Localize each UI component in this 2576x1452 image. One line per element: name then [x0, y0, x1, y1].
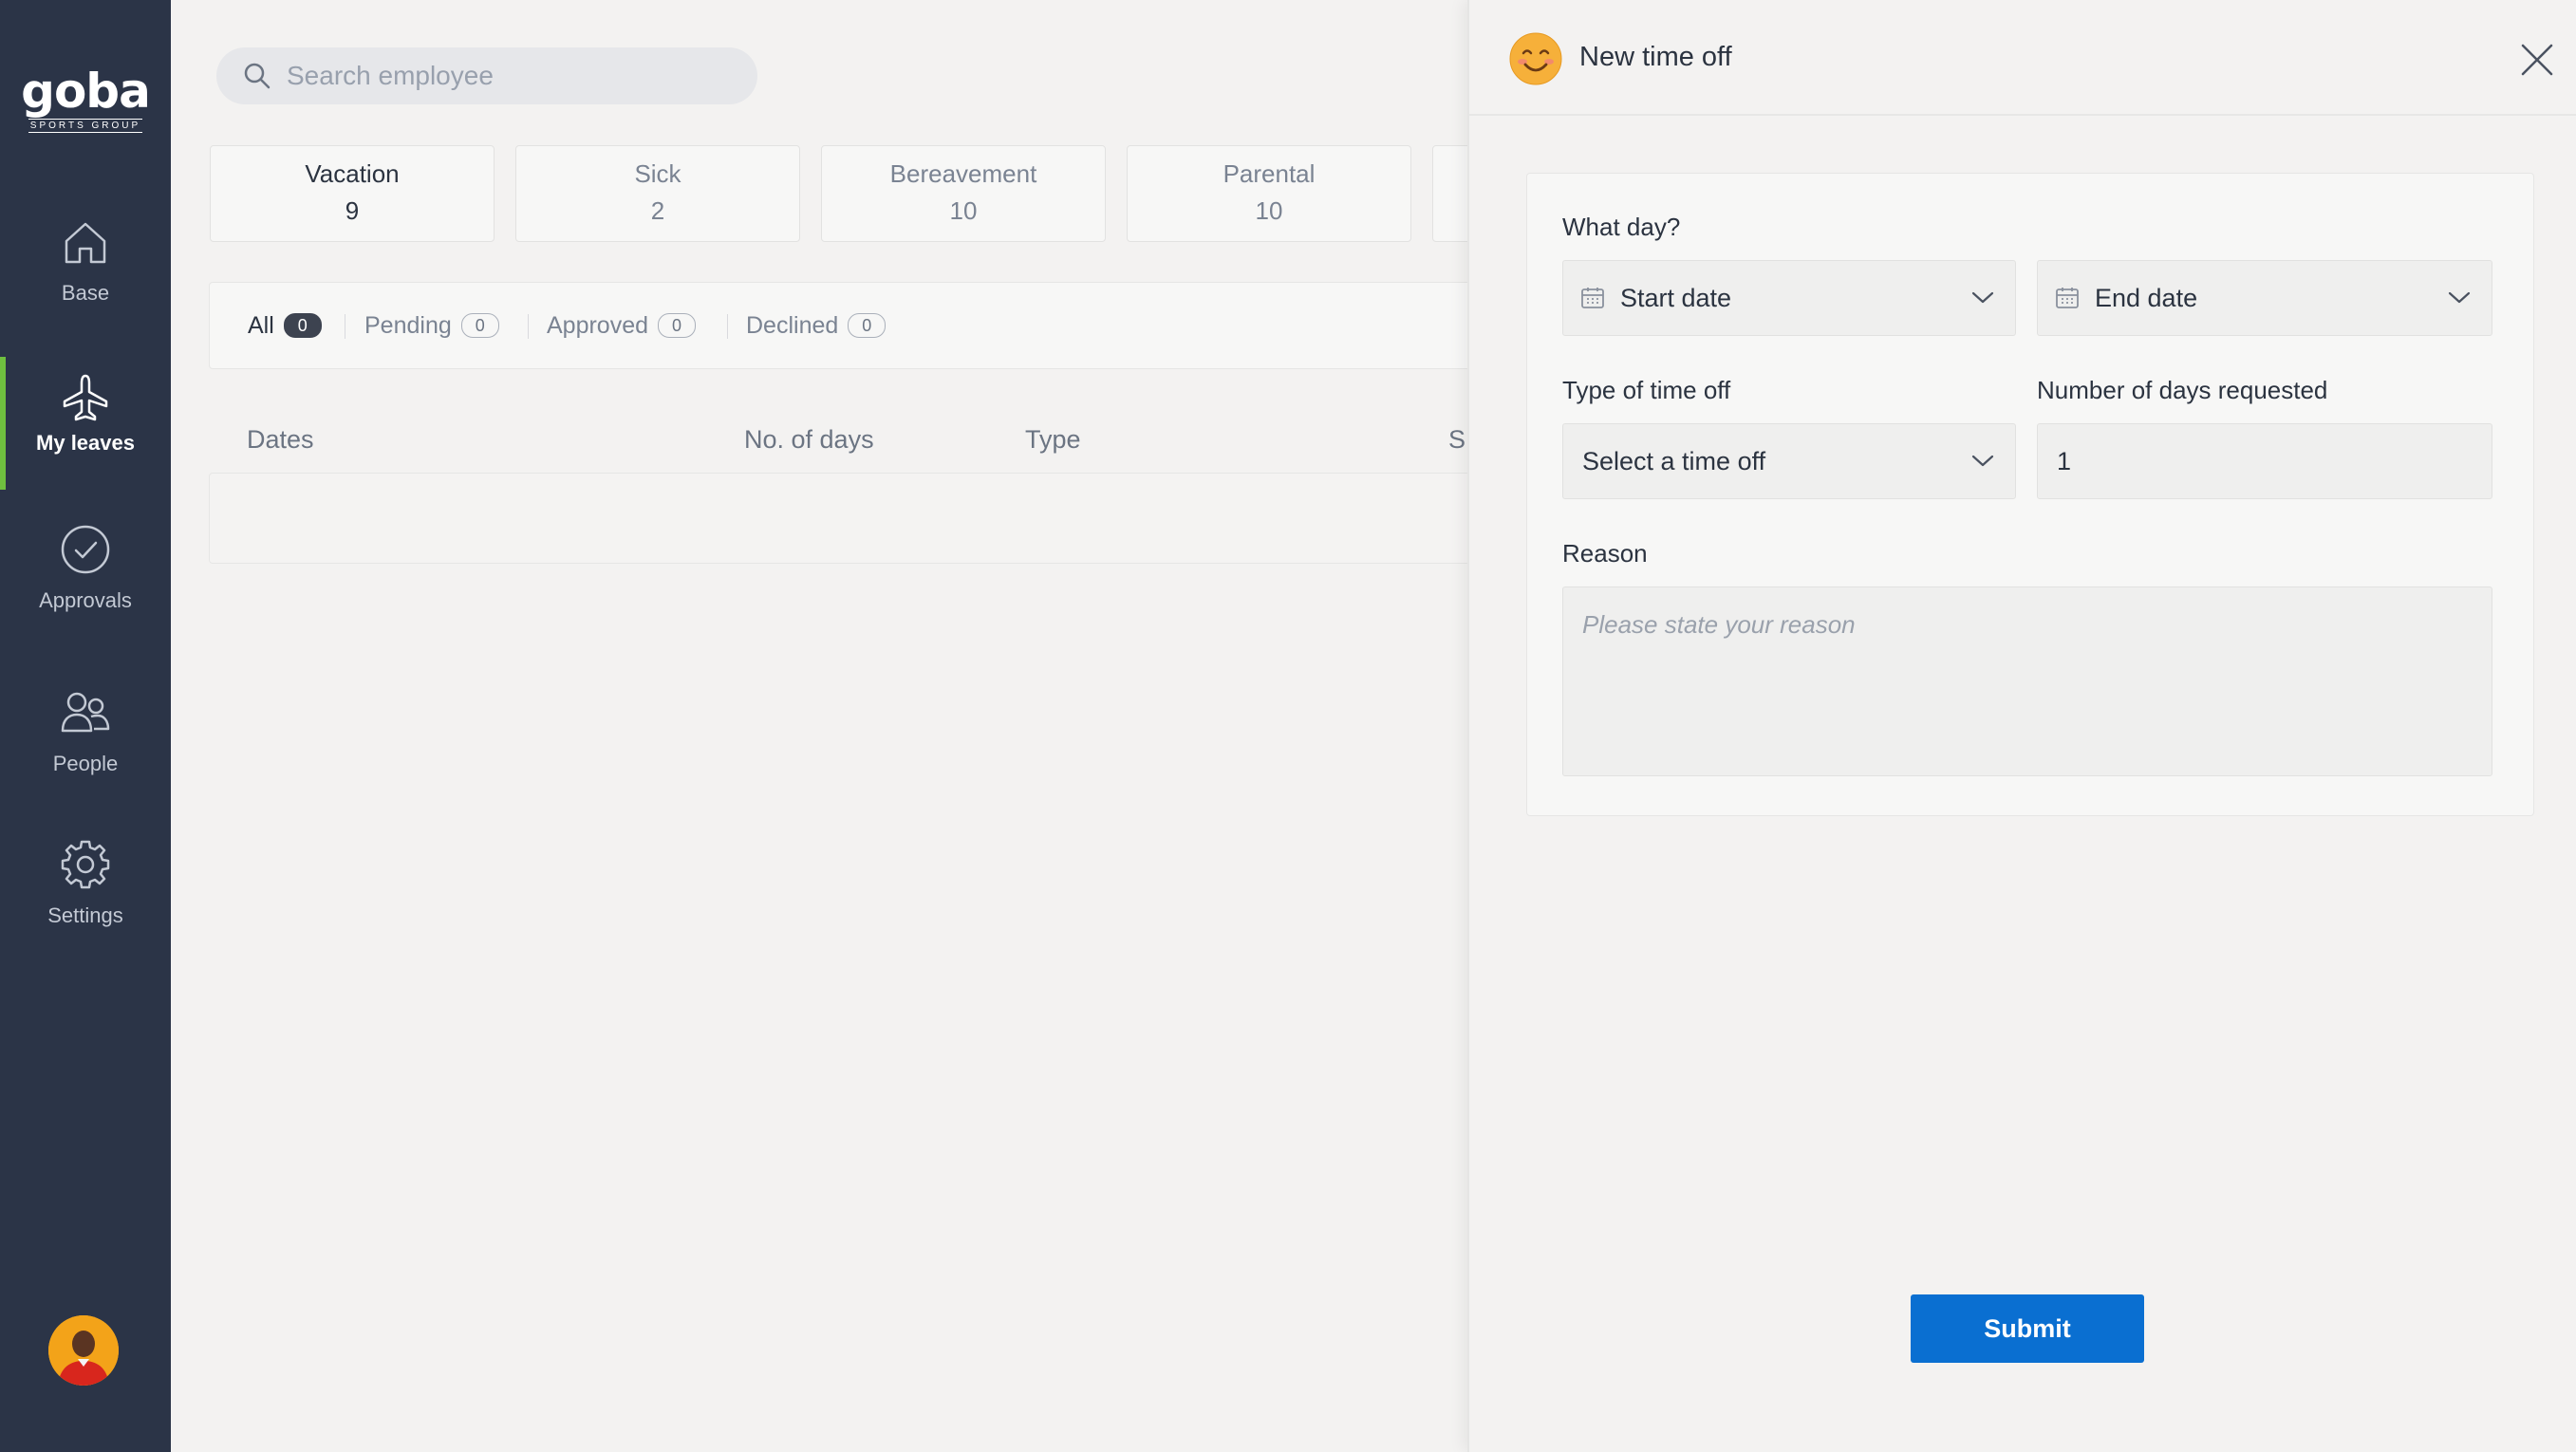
filter-label: Pending [364, 311, 452, 339]
close-button[interactable] [2513, 36, 2561, 84]
balance-card-sick[interactable]: Sick 2 [515, 145, 800, 242]
filter-all[interactable]: All 0 [248, 283, 322, 368]
balance-count: 2 [650, 196, 665, 225]
balance-name: Sick [634, 159, 681, 188]
chevron-down-icon [1971, 455, 1994, 467]
check-circle-icon [61, 525, 110, 574]
drawer-title: New time off [1579, 42, 1732, 72]
filter-count-badge: 0 [460, 313, 499, 338]
days-requested-label: Number of days requested [2037, 376, 2328, 404]
filter-label: All [248, 311, 274, 339]
time-off-type-value: Select a time off [1582, 446, 1766, 475]
close-icon [2521, 44, 2553, 76]
balance-name: Bereavement [889, 159, 1037, 188]
home-icon [65, 222, 106, 264]
avatar-image [48, 1315, 119, 1386]
user-avatar[interactable] [48, 1315, 119, 1386]
start-date-picker[interactable]: Start date [1562, 260, 2016, 336]
goba-logo[interactable]: goba SPORTS GROUP [0, 66, 171, 133]
filter-count-badge: 0 [283, 313, 322, 338]
balance-name: Parental [1223, 159, 1316, 188]
filter-count-badge: 0 [658, 313, 697, 338]
nav-item-approvals[interactable]: Approvals [0, 524, 171, 657]
balance-count: 10 [949, 196, 978, 225]
search-bar[interactable] [216, 47, 757, 104]
balance-count: 9 [345, 196, 360, 225]
filter-approved[interactable]: Approved 0 [547, 283, 697, 368]
reason-label: Reason [1562, 539, 1648, 568]
time-off-type-select[interactable]: Select a time off [1562, 423, 2016, 499]
nav-item-base[interactable]: Base [0, 218, 171, 351]
balance-name: Vacation [305, 159, 400, 188]
column-header-dates[interactable]: Dates [247, 425, 314, 455]
filter-divider [727, 314, 728, 339]
balance-count: 10 [1255, 196, 1283, 225]
balance-card-parental[interactable]: Parental 10 [1127, 145, 1411, 242]
filter-count-badge: 0 [848, 313, 887, 338]
filter-label: Declined [746, 311, 839, 339]
filter-pending[interactable]: Pending 0 [364, 283, 499, 368]
what-day-label: What day? [1562, 213, 1681, 241]
nav-item-people[interactable]: People [0, 687, 171, 820]
search-icon [244, 63, 271, 89]
filter-declined[interactable]: Declined 0 [746, 283, 887, 368]
drawer-header: New time off [1469, 0, 2576, 116]
search-input[interactable] [285, 60, 744, 92]
filter-divider [528, 314, 529, 339]
balance-card-bereavement[interactable]: Bereavement 10 [821, 145, 1106, 242]
sidebar: goba SPORTS GROUP Base My leaves Approva… [0, 0, 171, 1452]
column-header-type[interactable]: Type [1025, 425, 1081, 455]
column-header-days[interactable]: No. of days [744, 425, 874, 455]
calendar-icon [1581, 288, 1604, 308]
leaves-table-body [209, 473, 1540, 564]
end-date-picker[interactable]: End date [2037, 260, 2492, 336]
end-date-text: End date [2095, 283, 2198, 312]
status-filter-bar: All 0 Pending 0 Approved 0 Declined 0 [209, 282, 1540, 369]
balance-card-vacation[interactable]: Vacation 9 [210, 145, 495, 242]
gear-icon [61, 840, 110, 889]
type-of-time-off-label: Type of time off [1562, 376, 1731, 404]
start-date-text: Start date [1620, 283, 1732, 312]
reason-textarea[interactable] [1562, 586, 2492, 776]
chevron-down-icon [2448, 291, 2471, 304]
filter-label: Approved [547, 311, 649, 339]
days-requested-value: 1 [2057, 446, 2072, 475]
nav-label-approvals: Approvals [39, 588, 132, 612]
people-icon [61, 692, 110, 733]
nav-label-people: People [52, 752, 119, 775]
nav-item-settings[interactable]: Settings [0, 839, 171, 972]
submit-button[interactable]: Submit [1911, 1294, 2144, 1363]
smiling-face-icon [1509, 32, 1562, 85]
nav-item-my-leaves[interactable]: My leaves [0, 357, 171, 490]
calendar-icon [2056, 288, 2079, 308]
days-requested-input[interactable]: 1 [2037, 423, 2492, 499]
nav-label-base: Base [61, 281, 110, 305]
chevron-down-icon [1971, 291, 1994, 304]
nav-label-settings: Settings [47, 903, 123, 927]
logo-tagline: SPORTS GROUP [28, 119, 143, 133]
airplane-icon [63, 374, 108, 421]
column-header-status[interactable]: S [1448, 425, 1465, 455]
nav-label-my-leaves: My leaves [36, 431, 135, 455]
logo-wordmark: goba [21, 64, 151, 119]
